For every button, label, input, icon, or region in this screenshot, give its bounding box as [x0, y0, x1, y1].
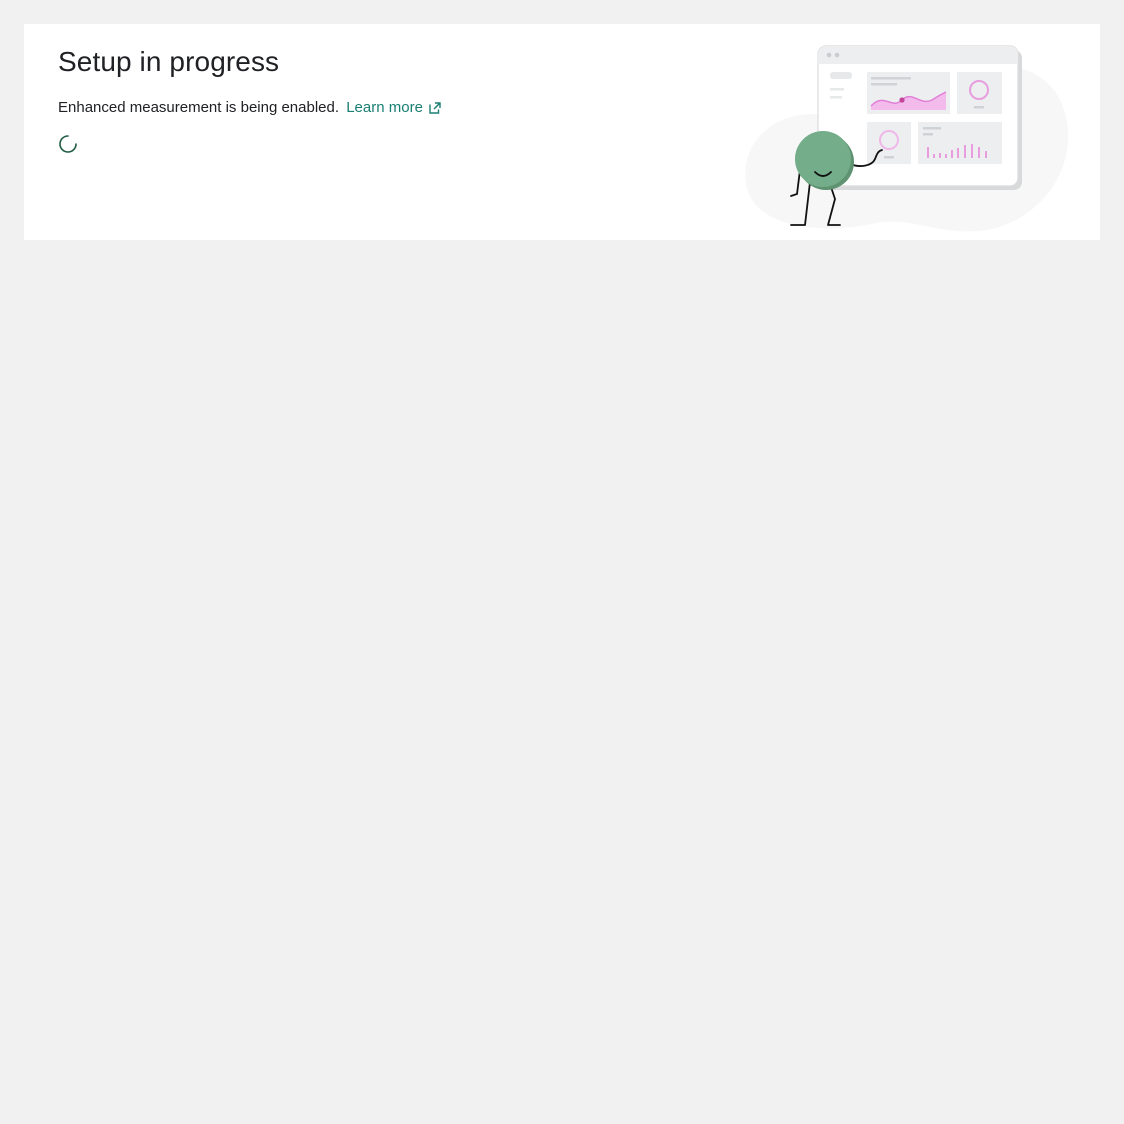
open-in-new-icon [429, 101, 441, 114]
page-title: Setup in progress [58, 46, 280, 77]
dashboard-illustration [745, 45, 1069, 232]
setup-description-row: Enhanced measurement is being enabled. L… [58, 99, 442, 116]
setup-description: Enhanced measurement is being enabled. [58, 99, 340, 116]
loading-spinner-icon [59, 135, 77, 153]
learn-more-label: Learn more [346, 99, 423, 116]
setup-card: Setup in progress Enhanced measurement i… [24, 24, 1100, 240]
learn-more-link[interactable]: Learn more [346, 99, 442, 116]
